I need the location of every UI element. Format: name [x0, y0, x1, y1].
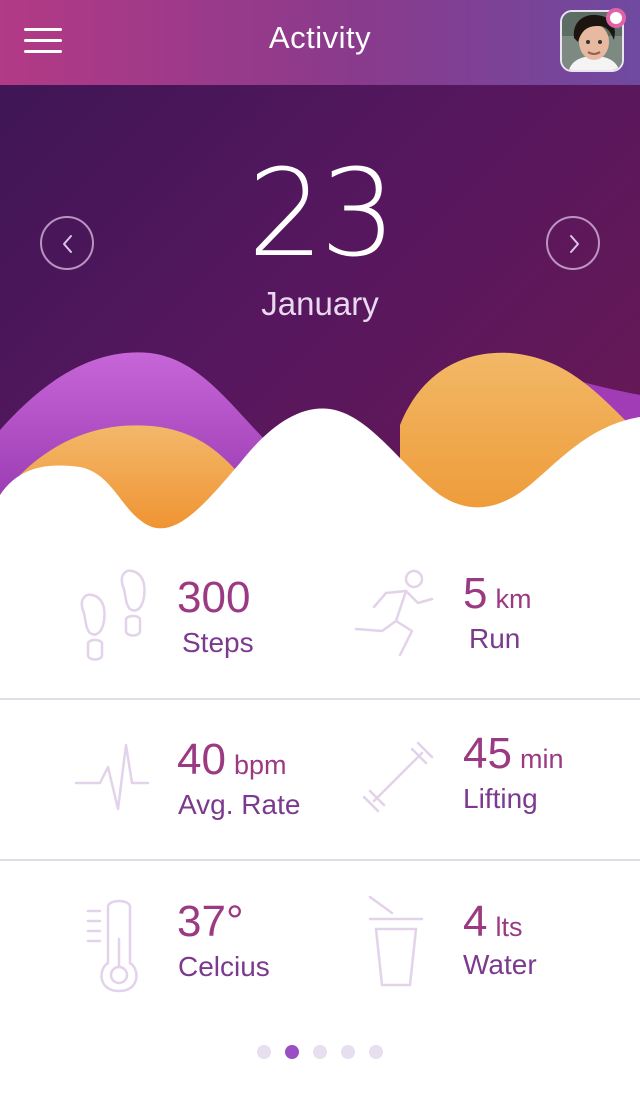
page-dot[interactable]: [257, 1045, 271, 1059]
rate-unit: bpm: [233, 750, 287, 780]
next-day-button[interactable]: [546, 216, 600, 270]
stats-row: 40 bpm Avg. Rate 45 min Lifting: [0, 705, 640, 855]
temperature-value: 37°: [177, 897, 244, 946]
footsteps-icon: [80, 569, 146, 661]
runner-icon: [354, 569, 434, 657]
stats-row: 37° Celcius 4 lts Water: [0, 865, 640, 1015]
water-unit: lts: [495, 912, 523, 942]
lifting-unit: min: [519, 744, 564, 774]
stat-run[interactable]: 5 km Run: [320, 545, 640, 695]
page-title: Activity: [268, 20, 372, 55]
notification-badge: [606, 8, 626, 28]
heartbeat-icon: [74, 743, 150, 811]
date-month: January: [261, 285, 379, 322]
stat-temperature[interactable]: 37° Celcius: [0, 865, 320, 1015]
run-label: Run: [469, 623, 521, 654]
page-dot[interactable]: [285, 1045, 299, 1059]
stat-water[interactable]: 4 lts Water: [320, 865, 640, 1015]
top-bar: Activity: [0, 0, 640, 85]
barbell-icon: [362, 741, 434, 813]
stat-avg-rate[interactable]: 40 bpm Avg. Rate: [0, 705, 320, 855]
page-dot[interactable]: [341, 1045, 355, 1059]
water-value: 4 lts: [463, 897, 523, 946]
lifting-label: Lifting: [463, 783, 538, 814]
thermometer-icon: [86, 899, 138, 993]
row-divider: [0, 698, 640, 700]
temperature-label: Celcius: [178, 951, 270, 982]
date-day: 23: [247, 145, 397, 284]
stat-steps[interactable]: 300 Steps: [0, 545, 320, 695]
cup-icon: [368, 895, 424, 987]
page-dot[interactable]: [369, 1045, 383, 1059]
run-unit: km: [495, 584, 532, 614]
date-hero: 23 January: [0, 85, 640, 545]
run-value: 5 km: [463, 569, 532, 618]
rate-value: 40 bpm: [177, 735, 287, 784]
page-dot[interactable]: [313, 1045, 327, 1059]
water-label: Water: [463, 949, 537, 980]
lifting-value: 45 min: [463, 729, 564, 778]
rate-label: Avg. Rate: [178, 789, 301, 820]
steps-label: Steps: [182, 627, 254, 658]
stat-lifting[interactable]: 45 min Lifting: [320, 705, 640, 855]
steps-value: 300: [177, 573, 251, 622]
stats-row: 300 Steps 5 km Run: [0, 545, 640, 695]
chevron-right-icon: [570, 235, 579, 253]
row-divider: [0, 859, 640, 861]
